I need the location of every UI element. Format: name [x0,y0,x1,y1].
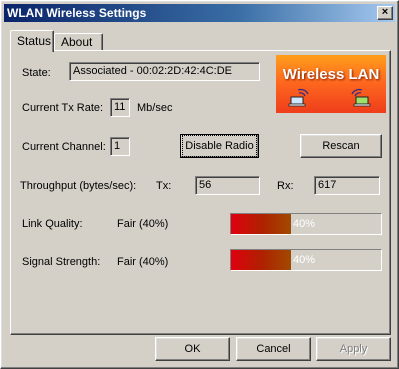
dialog-window: WLAN Wireless Settings × Status About St… [0,0,399,369]
throughput-rx-label: Rx: [277,180,294,192]
ok-button[interactable]: OK [155,337,230,361]
apply-label: Apply [339,343,368,355]
signal-strength-bar-text: 40% [293,254,316,266]
title-bar[interactable]: WLAN Wireless Settings × [4,4,395,22]
link-quality-label: Link Quality: [22,218,83,230]
signal-strength-fill [231,250,291,270]
laptop-wireless-icon [288,88,309,107]
channel-field: 1 [110,137,130,156]
state-label: State: [22,67,51,79]
link-quality-bar: 40% [230,213,382,235]
tx-rate-label: Current Tx Rate: [22,102,104,114]
signal-strength-value: Fair (40%) [117,256,169,268]
tx-rate-field: 11 [110,98,130,117]
banner-title: Wireless LAN [282,66,380,83]
throughput-tx-label: Tx: [156,180,172,192]
apply-button[interactable]: Apply [316,337,391,361]
window-title: WLAN Wireless Settings [7,6,147,20]
tab-status[interactable]: Status [10,30,54,52]
cancel-button[interactable]: Cancel [236,337,311,361]
wireless-lan-logo: Wireless LAN [276,55,386,113]
rescan-button[interactable]: Rescan [300,134,382,158]
laptop-wireless-icon [351,88,371,107]
ok-label: OK [184,343,201,355]
close-icon: × [381,6,389,18]
close-button[interactable]: × [377,6,393,20]
signal-strength-label: Signal Strength: [22,256,101,268]
channel-label: Current Channel: [22,141,106,153]
tx-rate-unit: Mb/sec [137,102,173,114]
link-quality-fill [231,214,291,234]
state-field: Associated - 00:02:2D:42:4C:DE [69,62,260,81]
throughput-rx-field: 617 [314,176,380,195]
link-quality-bar-text: 40% [293,218,316,230]
throughput-tx-field: 56 [195,176,260,195]
tab-about[interactable]: About [54,33,103,51]
disable-radio-label: Disable Radio [182,135,257,157]
throughput-label: Throughput (bytes/sec): [20,180,137,192]
rescan-label: Rescan [322,140,360,152]
link-quality-value: Fair (40%) [117,218,169,230]
cancel-label: Cancel [256,343,291,355]
signal-strength-bar: 40% [230,249,382,271]
disable-radio-button[interactable]: Disable Radio [180,134,259,158]
